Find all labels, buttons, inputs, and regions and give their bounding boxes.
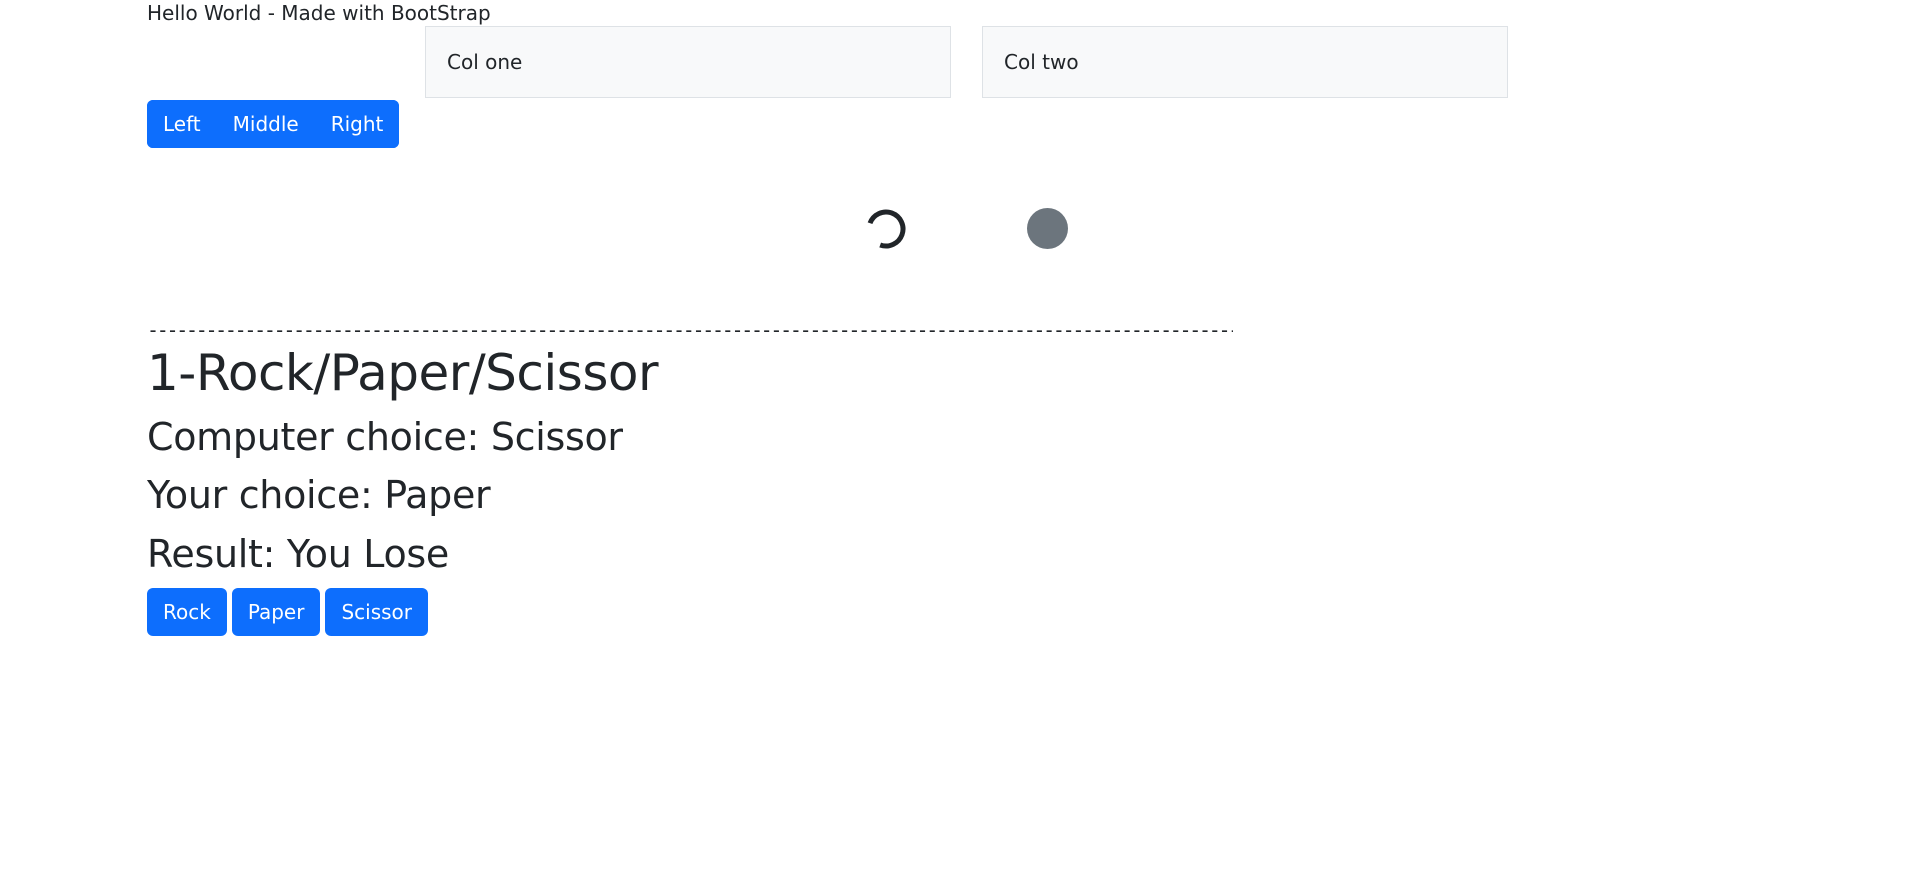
choice-buttons: Rock Paper Scissor xyxy=(147,588,428,636)
rock-button[interactable]: Rock xyxy=(147,588,227,636)
left-button[interactable]: Left xyxy=(147,100,217,148)
col-one-label: Col one xyxy=(447,50,523,74)
computer-choice-text: Computer choice: Scissor xyxy=(147,415,623,459)
button-group: Left Middle Right xyxy=(147,100,400,148)
page: Hello World - Made with BootStrap Col on… xyxy=(0,0,1915,886)
col-one-box: Col one xyxy=(425,26,951,98)
col-two-box: Col two xyxy=(982,26,1508,98)
divider-line: ----------------------------------------… xyxy=(147,318,1233,342)
paper-button[interactable]: Paper xyxy=(231,588,321,636)
scissor-button[interactable]: Scissor xyxy=(325,588,428,636)
grow-spinner-icon xyxy=(1027,208,1068,249)
your-choice-text: Your choice: Paper xyxy=(147,473,491,517)
middle-button[interactable]: Middle xyxy=(216,100,315,148)
col-two-label: Col two xyxy=(1004,50,1079,74)
border-spinner-icon xyxy=(866,209,906,249)
result-text: Result: You Lose xyxy=(147,532,450,576)
right-button[interactable]: Right xyxy=(314,100,400,148)
header-text: Hello World - Made with BootStrap xyxy=(147,1,491,25)
game-title: 1-Rock/Paper/Scissor xyxy=(147,344,659,402)
